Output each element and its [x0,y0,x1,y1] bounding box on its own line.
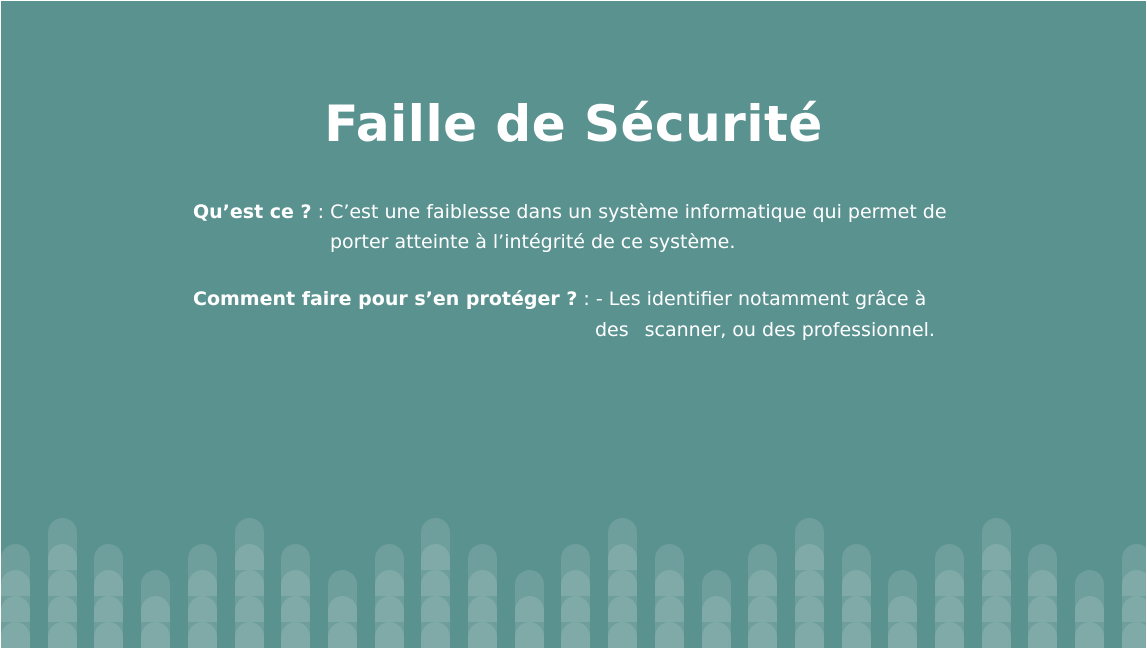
decor-bar [702,544,731,648]
decor-bar-segment [421,518,450,570]
answer-2-line-2-b: scanner, ou des professionnel. [644,319,935,341]
question-2-label: Comment faire pour s’en protéger ? [193,288,578,310]
decor-bar [561,518,590,648]
decor-bar-segment [48,518,77,570]
decor-bar [375,518,404,648]
decor-bar-segment [188,544,217,596]
decor-bar-segment [515,570,544,622]
decor-bar-segment [1122,544,1146,596]
decor-bar-segment [281,544,310,596]
decor-bar [1028,518,1057,648]
decor-bar [982,492,1011,648]
decor-bar-segment [1075,570,1104,622]
decor-bar-segment [1,544,30,596]
decor-bar [421,492,450,648]
decor-bar-segment [375,544,404,596]
decor-bar-segment [842,544,871,596]
decor-bar-segment [328,570,357,622]
decor-bar-segment [94,544,123,596]
decor-bar [48,492,77,648]
answer-1-line-2: porter atteinte à l’intégrité de ce syst… [330,231,736,253]
decor-bar-segment [935,544,964,596]
decor-bar [935,518,964,648]
decor-bar-segment [748,544,777,596]
decor-bar-segment [468,544,497,596]
decor-bar [515,544,544,648]
question-1-separator: : [311,201,331,223]
decor-bar [1,518,30,648]
decor-bar [188,518,217,648]
answer-2-line-2: des scanner, ou des professionnel. [595,315,935,345]
decor-bar [94,518,123,648]
decor-bar-segment [235,518,264,570]
decor-bar [468,518,497,648]
answer-1-line-1: C’est une faiblesse dans un système info… [330,201,947,223]
decor-bar-segment [655,544,684,596]
decor-bar [795,492,824,648]
decor-bar-segment [608,518,637,570]
decor-bar-segment [888,570,917,622]
decor-bar-segment [702,570,731,622]
question-1-label: Qu’est ce ? [193,201,312,223]
decor-bar [655,518,684,648]
decor-bar [1075,544,1104,648]
answer-2-line-2-a: des [595,319,629,341]
question-1-line: Qu’est ce ? : C’est une faiblesse dans u… [193,197,947,227]
decor-bar [235,492,264,648]
decor-bar-segment [795,518,824,570]
decor-bar-segment [982,518,1011,570]
decor-bar [141,544,170,648]
slide-title: Faille de Sécurité [324,95,823,153]
decor-bar [842,518,871,648]
decor-bar [748,518,777,648]
decor-bar [328,544,357,648]
rounded-bar-pattern [1,508,1146,648]
question-2-line: Comment faire pour s’en protéger ? : - L… [193,284,926,314]
decor-bar [1122,518,1146,648]
decor-bar [281,518,310,648]
slide: Faille de Sécurité Qu’est ce ? : C’est u… [1,1,1146,648]
answer-2-line-1: Les identifier notamment grâce à [608,288,927,310]
decor-bar-segment [1028,544,1057,596]
decor-bar-segment [141,570,170,622]
decor-bar [888,544,917,648]
decor-bar [608,492,637,648]
question-2-separator: : - [577,288,609,310]
decor-bar-segment [561,544,590,596]
